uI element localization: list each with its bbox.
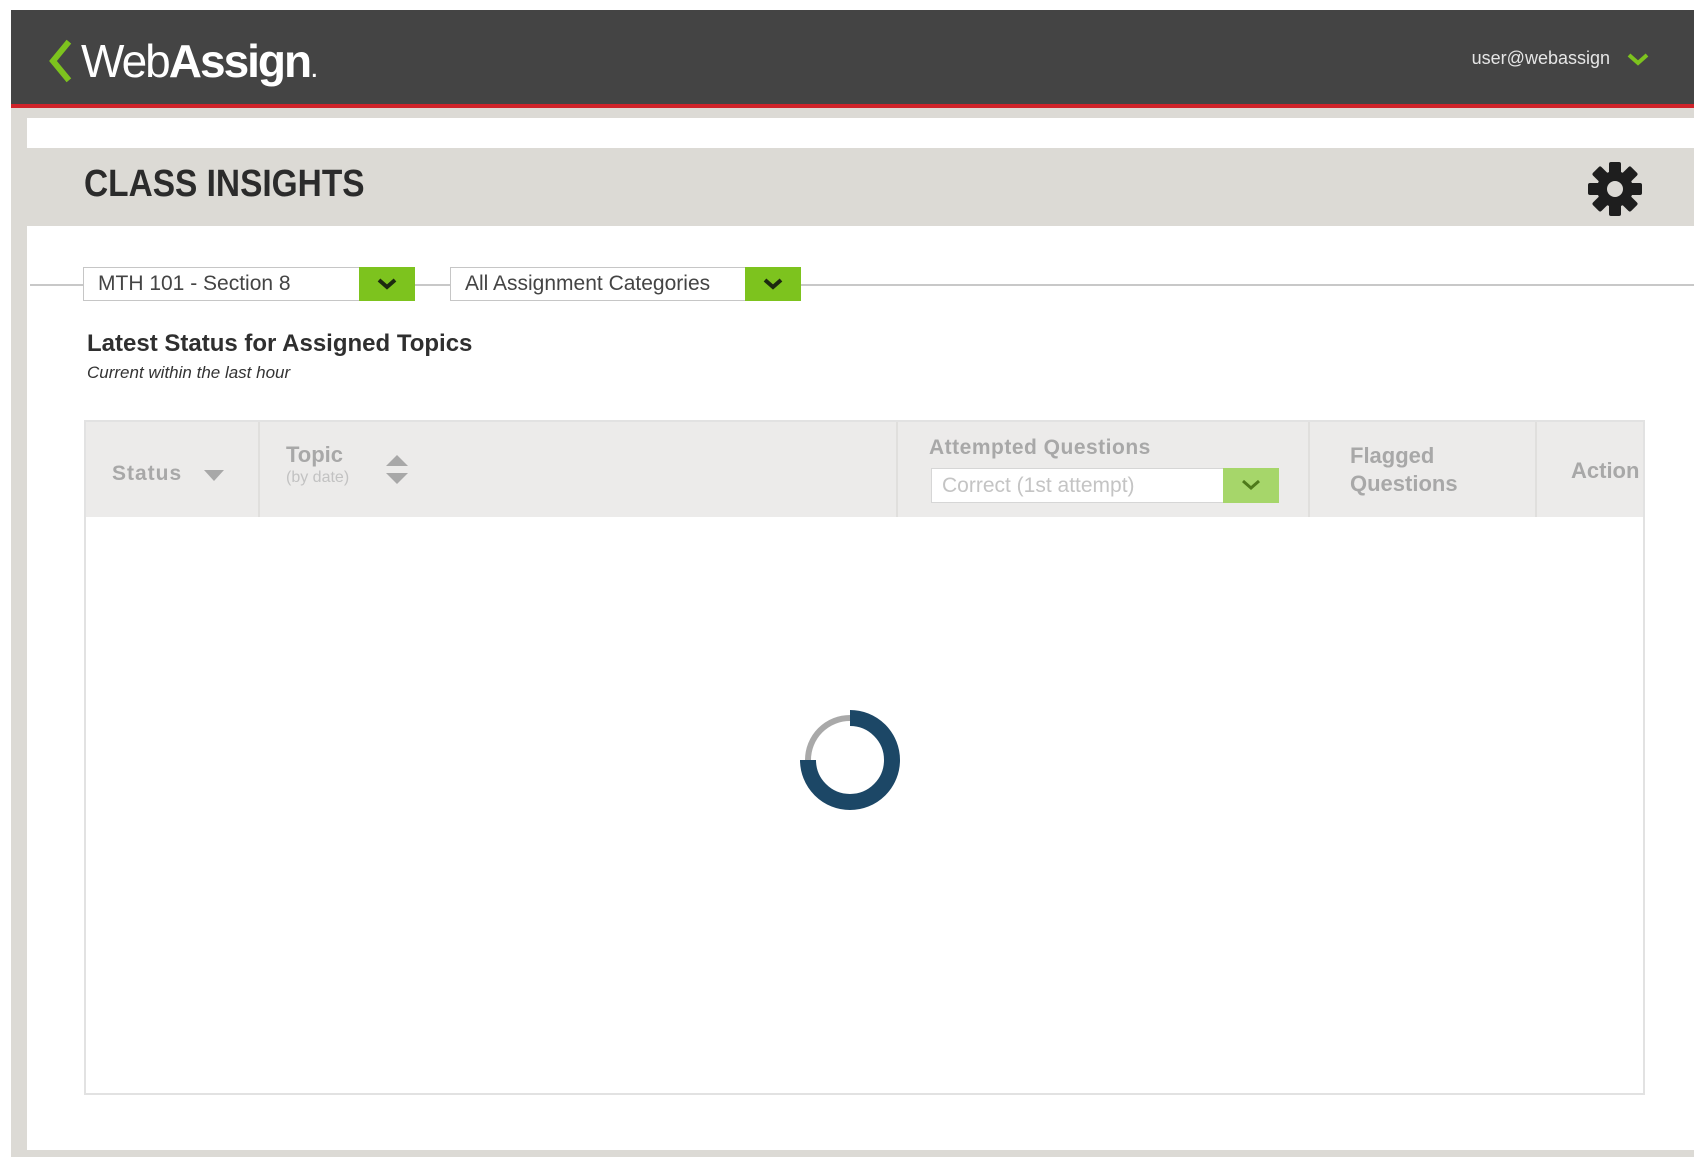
logo-text-light: Web — [81, 35, 171, 87]
course-select-value: MTH 101 - Section 8 — [98, 272, 291, 295]
attempted-filter-value: Correct (1st attempt) — [942, 473, 1135, 497]
chevron-down-icon — [763, 277, 783, 290]
column-flagged-label: Flagged Questions — [1350, 443, 1458, 496]
user-email: user@webassign — [1471, 48, 1610, 68]
user-menu[interactable]: user@webassign — [1472, 48, 1650, 69]
column-topic-sublabel: (by date) — [286, 469, 350, 486]
chevron-down-icon — [1242, 479, 1260, 490]
category-select-toggle[interactable] — [745, 266, 801, 301]
logo-text-bold: Assign — [168, 35, 312, 87]
logo-dot: . — [310, 51, 318, 84]
section-title: Latest Status for Assigned Topics — [87, 330, 473, 357]
column-attempted-label: Attempted Questions — [929, 436, 1151, 459]
course-select[interactable]: MTH 101 - Section 8 — [83, 266, 415, 301]
sort-down-icon — [204, 470, 224, 481]
page-title: CLASS INSIGHTS — [84, 163, 365, 205]
attempted-filter-toggle[interactable] — [1223, 467, 1279, 503]
category-select[interactable]: All Assignment Categories — [450, 266, 801, 301]
column-topic-label: Topic — [286, 442, 344, 467]
webassign-logo[interactable]: Web Assign. — [81, 34, 319, 90]
column-attempted: Attempted Questions Correct (1st attempt… — [898, 422, 1310, 517]
column-flagged[interactable]: Flagged Questions — [1310, 422, 1537, 517]
loading-spinner-icon — [800, 710, 900, 810]
table-header: Status Topic (by date) Attempted Questio… — [86, 422, 1643, 517]
back-chevron-icon[interactable] — [41, 36, 81, 86]
gear-icon[interactable] — [1586, 160, 1644, 218]
course-select-toggle[interactable] — [359, 266, 415, 301]
attempted-filter-select[interactable]: Correct (1st attempt) — [931, 467, 1279, 503]
top-bar: Web Assign. user@webassign — [11, 10, 1694, 108]
section-subtitle: Current within the last hour — [87, 363, 291, 382]
column-action: Action — [1537, 422, 1643, 517]
column-action-label: Action — [1571, 458, 1640, 483]
column-status-label: Status — [112, 462, 183, 485]
chevron-down-icon — [1627, 53, 1649, 66]
column-status[interactable]: Status — [86, 422, 260, 517]
column-topic[interactable]: Topic (by date) — [260, 422, 898, 517]
sort-icon[interactable] — [386, 455, 408, 485]
chevron-down-icon — [377, 277, 397, 290]
category-select-value: All Assignment Categories — [465, 272, 711, 295]
